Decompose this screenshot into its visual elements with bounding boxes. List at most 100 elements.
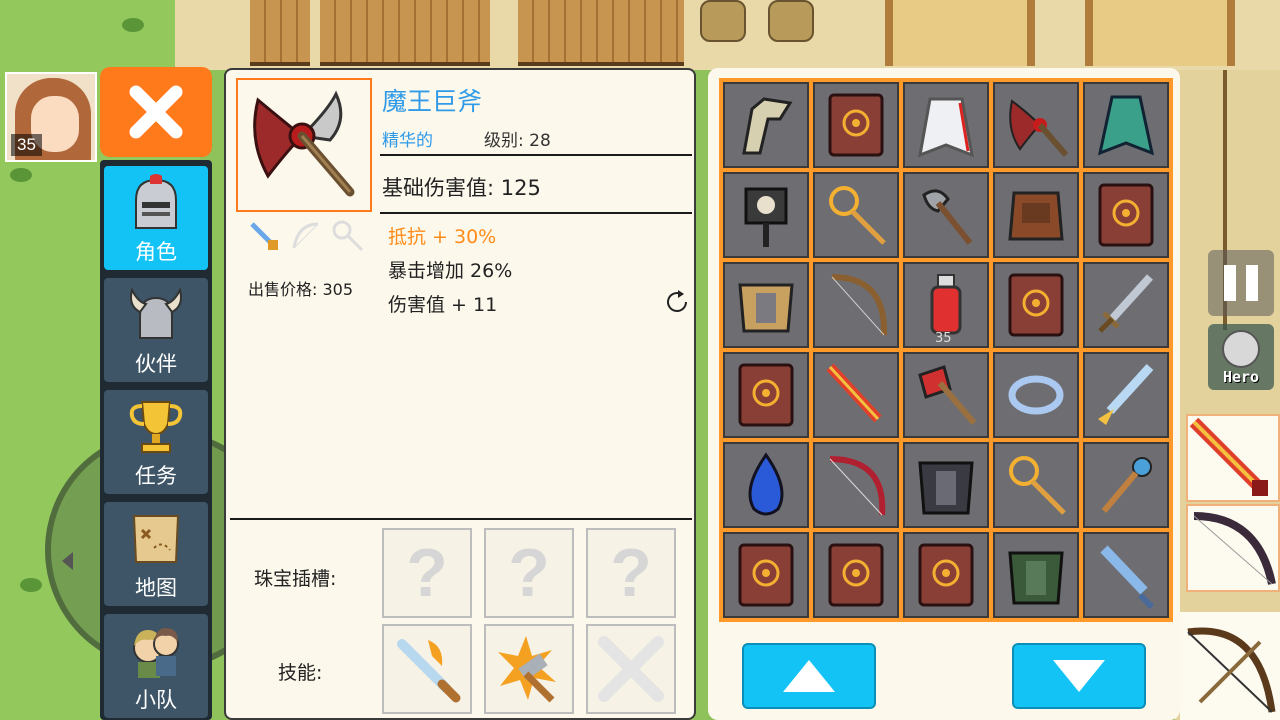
inventory-slot[interactable]: [723, 82, 809, 168]
hero-button[interactable]: Hero: [1208, 324, 1274, 390]
scroll-up-button[interactable]: [742, 643, 876, 709]
inventory-slot[interactable]: [813, 532, 899, 618]
skill-slot-label: 技能:: [278, 662, 323, 684]
empty-slot-question-icon: ?: [406, 535, 448, 611]
close-button[interactable]: [100, 67, 212, 157]
skill-slot[interactable]: [382, 624, 472, 714]
sapphire-gem-icon: [748, 452, 784, 516]
tab-label: 小队: [135, 688, 177, 712]
inventory-slot[interactable]: [903, 172, 989, 258]
inventory-slot[interactable]: [1083, 82, 1169, 168]
inventory-slot[interactable]: [993, 172, 1079, 258]
silk-ring-icon: [1008, 375, 1064, 415]
fur-armor-icon: [1008, 191, 1064, 241]
player-portrait[interactable]: 35: [5, 72, 97, 162]
tab-quest[interactable]: 任务: [104, 390, 208, 494]
inventory-slot[interactable]: [1083, 442, 1169, 528]
staff-class-icon: [332, 220, 364, 252]
wooden-ladder: [250, 0, 310, 66]
inventory-slot[interactable]: [993, 352, 1079, 438]
inventory-slot[interactable]: [723, 442, 809, 528]
inventory-slot[interactable]: [813, 352, 899, 438]
inventory-slot[interactable]: [903, 442, 989, 528]
steel-sword-icon: [1098, 274, 1153, 333]
item-count: 35: [935, 331, 952, 346]
tab-map[interactable]: 地图: [104, 502, 208, 606]
tab-party[interactable]: 小队: [104, 614, 208, 718]
white-cape-icon: [918, 97, 974, 158]
gem-slot[interactable]: ?: [382, 528, 472, 618]
scroll-down-button[interactable]: [1012, 643, 1146, 709]
inventory-slot[interactable]: [1083, 352, 1169, 438]
divider: [380, 154, 692, 156]
inventory-slot[interactable]: 35: [903, 262, 989, 348]
tab-character[interactable]: 角色: [104, 166, 208, 270]
locked-skill-slot[interactable]: [586, 624, 676, 714]
dark-bow-icon: [1193, 512, 1276, 585]
inventory-slot[interactable]: [723, 172, 809, 258]
inventory-slot[interactable]: [993, 442, 1079, 528]
inventory-slot[interactable]: [723, 532, 809, 618]
tab-label: 伙伴: [135, 352, 177, 376]
green-cloak-icon: [1097, 95, 1155, 156]
side-tab-bar: 角色 伙伴 任务 地图 小队: [100, 160, 212, 720]
pause-icon: [1224, 265, 1236, 301]
battle-axe-icon: [922, 189, 973, 245]
inventory-slot[interactable]: [723, 262, 809, 348]
spell-book-icon: [738, 543, 794, 607]
inventory-slot[interactable]: [1083, 262, 1169, 348]
inventory-slot[interactable]: [993, 532, 1079, 618]
inventory-slot[interactable]: [813, 172, 899, 258]
player-level: 35: [11, 134, 42, 156]
refresh-icon[interactable]: [664, 288, 692, 316]
quick-slot-weapon[interactable]: [1186, 414, 1280, 502]
inventory-slot[interactable]: [993, 82, 1079, 168]
stat-resistance: 抵抗 + 30%: [388, 226, 497, 248]
map-scroll-icon: [132, 515, 180, 563]
gold-armor-icon: [738, 283, 794, 333]
arrow-down-icon: [1053, 660, 1105, 692]
gold-staff-icon: [829, 186, 886, 245]
inventory-slot[interactable]: [903, 352, 989, 438]
empty-slot-question-icon: ?: [508, 535, 550, 611]
inventory-slot[interactable]: [813, 82, 899, 168]
green-armor-icon: [1008, 551, 1064, 605]
wooden-house: [518, 0, 684, 66]
flame-sword-icon: [826, 363, 882, 423]
inventory-panel: 35: [708, 68, 1180, 720]
inventory-slot[interactable]: [1083, 532, 1169, 618]
divider: [230, 518, 692, 520]
red-bow-icon: [829, 456, 886, 516]
tab-partner[interactable]: 伙伴: [104, 278, 208, 382]
gem-slot-label: 珠宝插槽:: [254, 568, 337, 590]
equip-class-icons: [246, 218, 366, 254]
claw-gauntlet-icon: [742, 97, 793, 155]
quick-slot-bow[interactable]: [1186, 504, 1280, 592]
inventory-slot[interactable]: [1083, 172, 1169, 258]
inventory-slot[interactable]: [903, 82, 989, 168]
grass-tuft: [122, 18, 144, 32]
grass-tuft: [10, 168, 32, 182]
spell-book-icon: [1008, 273, 1064, 337]
knight-helmet-icon: [135, 174, 177, 229]
skill-slot[interactable]: [484, 624, 574, 714]
inventory-slot[interactable]: [903, 532, 989, 618]
inventory-slot[interactable]: [813, 442, 899, 528]
inventory-slot[interactable]: [993, 262, 1079, 348]
hero-label: Hero: [1222, 368, 1260, 386]
market-tent: [1085, 0, 1235, 66]
inventory-slot[interactable]: [813, 262, 899, 348]
gem-slot[interactable]: ?: [586, 528, 676, 618]
bow-class-icon: [292, 222, 319, 249]
inventory-slot[interactable]: [723, 352, 809, 438]
gem-slot[interactable]: ?: [484, 528, 574, 618]
spell-book-icon: [738, 363, 794, 427]
pause-button[interactable]: [1208, 250, 1274, 316]
spell-book-icon: [828, 93, 884, 157]
trophy-icon: [129, 401, 183, 453]
party-icon: [133, 628, 179, 678]
spell-book-icon: [1098, 183, 1154, 247]
equipped-bow: [1180, 612, 1280, 720]
inventory-grid: 35: [719, 78, 1173, 622]
joystick-left-arrow-icon: [62, 552, 73, 570]
